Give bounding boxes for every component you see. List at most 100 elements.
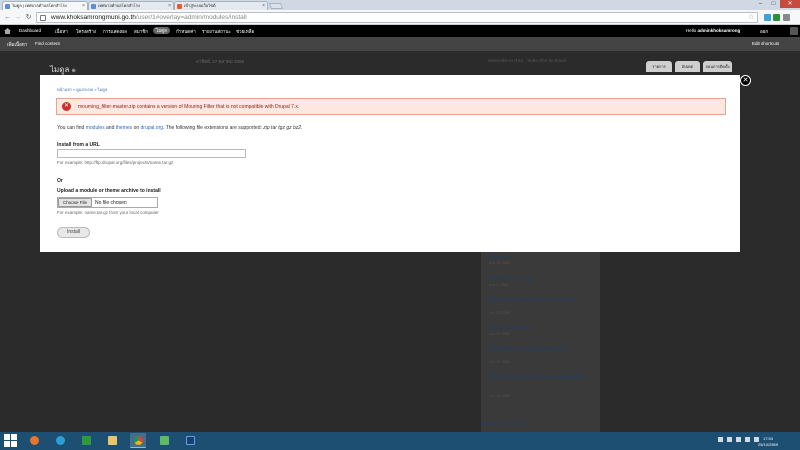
page-info-icon[interactable]	[40, 15, 46, 21]
tab-list[interactable]: รายการ	[646, 61, 672, 72]
ie-glyph	[56, 436, 65, 445]
url-path: /user/1#overlay=admin/modules/install	[135, 14, 247, 21]
username-link[interactable]: adminkhoksamrong	[698, 28, 741, 33]
start-tile	[4, 441, 10, 447]
shortcut-find-content[interactable]: Find content	[35, 41, 60, 46]
edit-shortcuts-link[interactable]: Edit shortcuts	[752, 41, 779, 46]
toolbar-item-dashboard[interactable]: Dashboard	[19, 28, 41, 33]
new-tab-button[interactable]	[268, 3, 284, 9]
file-explorer-icon[interactable]	[104, 433, 120, 448]
windows-start-icon[interactable]	[4, 434, 17, 447]
toolbar-item-config[interactable]: กำหนดค่า	[176, 28, 196, 35]
volume-icon[interactable]	[745, 437, 750, 442]
firefox-icon[interactable]	[26, 433, 42, 448]
chrome-icon[interactable]	[130, 433, 146, 448]
maximize-icon[interactable]: □	[767, 0, 780, 8]
tab-update[interactable]: อัปเดต	[675, 61, 700, 72]
news-item-title[interactable]: โครงการป้องกันและแก้ไขปัญหายาเสพติดในชุม…	[489, 373, 589, 380]
start-tile	[11, 441, 17, 447]
overlay-close-icon[interactable]: ✕	[740, 75, 751, 86]
tab-title: เข้าสู่ระบบเว็บไซต์	[184, 3, 216, 8]
news-item-date: ก.ย. 12, 2559	[489, 394, 510, 398]
browser-tab[interactable]: เข้าสู่ระบบเว็บไซต์ ×	[174, 1, 268, 10]
news-item-title[interactable]: ประชาสัมพันธ์การรับสมัครสมาชิกชุมชน	[489, 345, 589, 352]
toolbar-item-appearance[interactable]: การแสดงผล	[103, 28, 127, 35]
choose-file-button[interactable]: Choose File	[58, 198, 92, 207]
forward-arrow-icon[interactable]: →	[13, 13, 22, 22]
subscribe-rss-link[interactable]: Subscribe to RSS	[488, 58, 524, 63]
windows-taskbar	[0, 432, 800, 450]
toolbar-item-help[interactable]: ช่วยเหลือ	[236, 28, 254, 35]
close-window-icon[interactable]: ✕	[780, 0, 800, 8]
chrome-glyph	[134, 436, 143, 445]
clock-date: 25/10/2559	[757, 442, 778, 447]
home-icon[interactable]	[4, 28, 11, 34]
info-text: on	[133, 125, 140, 131]
tab-close-icon[interactable]: ×	[262, 2, 265, 10]
error-icon: ✕	[62, 102, 71, 111]
toolbar-item-modules[interactable]: ไมดูล	[153, 27, 170, 34]
browser-tab[interactable]: เทศบาลตำบลโคกสำโรง ×	[88, 1, 174, 10]
install-url-input[interactable]	[57, 149, 246, 158]
address-bar[interactable]: www.khoksamrongmuni.go.th/user/1#overlay…	[36, 12, 758, 23]
breadcrumb[interactable]: หน้าแรก » ดูแลระบบ » ไมดูล	[57, 86, 107, 93]
tab-title: ไมดูล | เทศบาลตำบลโคกสำโรง	[12, 3, 67, 8]
chrome-menu-icon[interactable]	[783, 14, 790, 21]
shortcuts-bar: เพิ่มเนื้อหา Find content Edit shortcuts	[0, 37, 800, 51]
error-message-text: mourning_filter-master.zip contains a ve…	[78, 104, 300, 110]
minimize-icon[interactable]: –	[754, 0, 767, 8]
sidebar-footer-link[interactable]: หนังสือราชการ / ดาวน์โหลด	[480, 420, 529, 427]
blogger-favicon-icon	[177, 4, 182, 9]
no-file-chosen-text: No file chosen	[95, 200, 127, 206]
back-arrow-icon[interactable]: ←	[3, 13, 12, 22]
news-item-date: ต.ค. 6, 2559	[489, 283, 509, 287]
reload-icon[interactable]: ↻	[24, 13, 33, 22]
info-text: . The following file extensions are supp…	[163, 125, 262, 131]
bookmark-star-icon[interactable]: ☆	[748, 13, 754, 21]
add-shortcut-icon[interactable]: ⊕	[72, 68, 76, 74]
browser-tab-strip: ไมดูล | เทศบาลตำบลโคกสำโรง × เทศบาลตำบลโ…	[0, 0, 800, 10]
subscribe-email-link[interactable]: Subscribe by Email	[527, 58, 566, 63]
info-text: You can find	[57, 125, 85, 131]
toolbar-drawer-toggle-icon[interactable]	[790, 27, 798, 35]
drupal-org-link[interactable]: drupal.org	[141, 125, 164, 131]
logout-link[interactable]: ออก	[760, 28, 768, 35]
tab-uninstall[interactable]: ถอนการติดตั้ง	[703, 61, 732, 72]
toolbar-item-reports[interactable]: รายงานสถานะ	[202, 28, 231, 35]
news-item-title[interactable]: โครงการอบรมพัฒนาศักยภาพ ประจำปี 2559	[489, 296, 589, 303]
system-clock[interactable]: 17:53 25/10/2559	[758, 436, 778, 448]
install-url-label: Install from a URL	[57, 142, 100, 148]
app-icon[interactable]	[156, 433, 172, 448]
news-item-title[interactable]: ประชุมสภา	[489, 253, 511, 260]
install-button[interactable]: Install	[57, 227, 90, 238]
themes-link[interactable]: themes	[116, 125, 132, 131]
site-favicon-icon	[91, 4, 96, 9]
toolbar-item-content[interactable]: เนื้อหา	[55, 28, 68, 35]
window-controls: – □ ✕	[754, 0, 800, 10]
store-icon[interactable]	[78, 433, 94, 448]
news-item-title[interactable]: มีเตรียมโครงการใหญ่	[489, 275, 531, 282]
shortcut-add-content[interactable]: เพิ่มเนื้อหา	[7, 41, 27, 48]
start-tile	[4, 434, 10, 440]
tab-title: เทศบาลตำบลโคกสำโรง	[98, 3, 140, 8]
browser-tab-active[interactable]: ไมดูล | เทศบาลตำบลโคกสำโรง ×	[2, 1, 88, 10]
toolbar-item-people[interactable]: สมาชิก	[134, 28, 148, 35]
tab-close-icon[interactable]: ×	[82, 2, 85, 10]
site-favicon-icon	[5, 4, 10, 9]
install-url-description: For example: http://ftp.drupal.org/files…	[57, 160, 174, 165]
tray-icon[interactable]	[718, 437, 723, 442]
upload-description: For example: name.tar.gz from your local…	[57, 210, 159, 215]
firefox-glyph	[30, 436, 39, 445]
tray-icon[interactable]	[727, 437, 732, 442]
extension-icon[interactable]	[773, 14, 780, 21]
tab-close-icon[interactable]: ×	[168, 2, 171, 10]
network-icon[interactable]	[736, 437, 741, 442]
modules-link[interactable]: modules	[86, 125, 105, 131]
photoshop-icon[interactable]	[182, 433, 198, 448]
toolbar-item-structure[interactable]: โครงสร้าง	[76, 28, 96, 35]
internet-explorer-icon[interactable]	[52, 433, 68, 448]
news-item-date: ก.ย. 20, 2559	[489, 332, 510, 336]
extension-icon[interactable]	[764, 14, 771, 21]
news-item-title[interactable]: โครงการตามแผนงาน	[489, 324, 532, 331]
hello-label: Hello	[686, 28, 697, 33]
